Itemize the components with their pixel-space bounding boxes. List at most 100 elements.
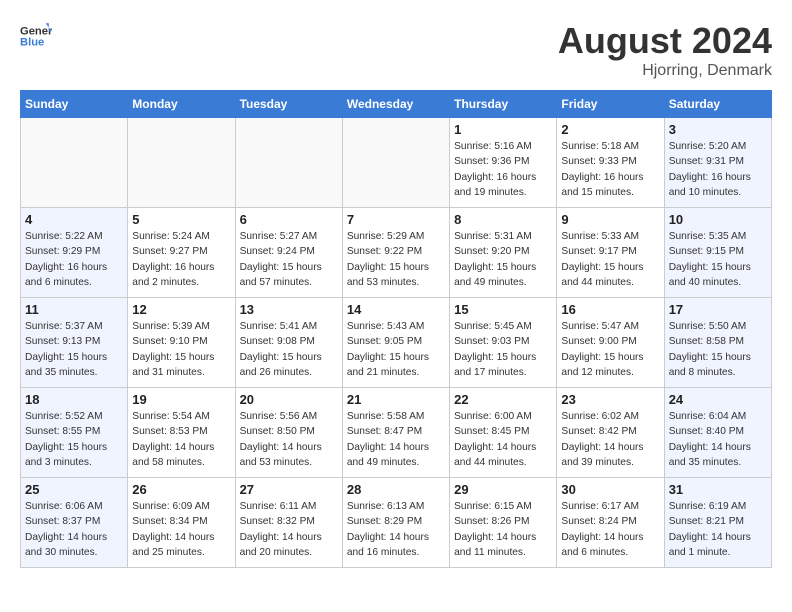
calendar-cell: 31 Sunrise: 6:19 AM Sunset: 8:21 PM Dayli… [664, 478, 771, 568]
weekday-header: Friday [557, 91, 664, 118]
day-info: Sunrise: 5:18 AM Sunset: 9:33 PM Dayligh… [561, 139, 659, 200]
day-number: 28 [347, 482, 445, 497]
day-info: Sunrise: 5:31 AM Sunset: 9:20 PM Dayligh… [454, 229, 552, 290]
calendar-cell: 5 Sunrise: 5:24 AM Sunset: 9:27 PM Daylig… [128, 208, 235, 298]
calendar-week-row: 25Sunrise: 6:06 AM Sunset: 8:37 PM Dayli… [21, 478, 772, 568]
weekday-header: Sunday [21, 91, 128, 118]
calendar-cell: 26Sunrise: 6:09 AM Sunset: 8:34 PM Dayli… [128, 478, 235, 568]
day-info: Sunrise: 5:35 AM Sunset: 9:15 PM Dayligh… [669, 229, 767, 290]
day-info: Sunrise: 6:00 AM Sunset: 8:45 PM Dayligh… [454, 409, 552, 470]
day-number: 27 [240, 482, 338, 497]
day-number: 4 [25, 212, 123, 227]
day-number: 10 [669, 212, 767, 227]
calendar-cell: 17 Sunrise: 5:50 AM Sunset: 8:58 PM Dayli… [664, 298, 771, 388]
calendar-cell: 16 Sunrise: 5:47 AM Sunset: 9:00 PM Dayli… [557, 298, 664, 388]
day-number: 17 [669, 302, 767, 317]
calendar-cell: 8 Sunrise: 5:31 AM Sunset: 9:20 PM Daylig… [450, 208, 557, 298]
calendar-cell: 15Sunrise: 5:45 AM Sunset: 9:03 PM Dayli… [450, 298, 557, 388]
day-number: 5 [132, 212, 230, 227]
day-info: Sunrise: 5:39 AM Sunset: 9:10 PM Dayligh… [132, 319, 230, 380]
calendar-cell: 19Sunrise: 5:54 AM Sunset: 8:53 PM Dayli… [128, 388, 235, 478]
calendar-cell: 25Sunrise: 6:06 AM Sunset: 8:37 PM Dayli… [21, 478, 128, 568]
calendar-cell: 29Sunrise: 6:15 AM Sunset: 8:26 PM Dayli… [450, 478, 557, 568]
title-block: August 2024 Hjorring, Denmark [558, 20, 772, 80]
day-number: 15 [454, 302, 552, 317]
day-number: 9 [561, 212, 659, 227]
day-info: Sunrise: 5:20 AM Sunset: 9:31 PM Dayligh… [669, 139, 767, 200]
calendar-cell: 20 Sunrise: 5:56 AM Sunset: 8:50 PM Dayli… [235, 388, 342, 478]
calendar-cell: 30Sunrise: 6:17 AM Sunset: 8:24 PM Dayli… [557, 478, 664, 568]
weekday-header: Thursday [450, 91, 557, 118]
day-number: 7 [347, 212, 445, 227]
day-number: 13 [240, 302, 338, 317]
day-number: 3 [669, 122, 767, 137]
logo-icon: General Blue [20, 20, 52, 52]
calendar-body: 1Sunrise: 5:16 AM Sunset: 9:36 PM Daylig… [21, 118, 772, 568]
calendar-cell: 13 Sunrise: 5:41 AM Sunset: 9:08 PM Dayli… [235, 298, 342, 388]
svg-text:Blue: Blue [20, 37, 44, 49]
calendar-cell: 7 Sunrise: 5:29 AM Sunset: 9:22 PM Daylig… [342, 208, 449, 298]
day-number: 8 [454, 212, 552, 227]
day-info: Sunrise: 5:24 AM Sunset: 9:27 PM Dayligh… [132, 229, 230, 290]
day-number: 1 [454, 122, 552, 137]
day-info: Sunrise: 5:29 AM Sunset: 9:22 PM Dayligh… [347, 229, 445, 290]
day-info: Sunrise: 6:02 AM Sunset: 8:42 PM Dayligh… [561, 409, 659, 470]
day-number: 14 [347, 302, 445, 317]
day-info: Sunrise: 6:17 AM Sunset: 8:24 PM Dayligh… [561, 499, 659, 560]
day-info: Sunrise: 5:33 AM Sunset: 9:17 PM Dayligh… [561, 229, 659, 290]
calendar-week-row: 11 Sunrise: 5:37 AM Sunset: 9:13 PM Dayli… [21, 298, 772, 388]
day-info: Sunrise: 5:41 AM Sunset: 9:08 PM Dayligh… [240, 319, 338, 380]
day-info: Sunrise: 6:19 AM Sunset: 8:21 PM Dayligh… [669, 499, 767, 560]
calendar-cell [342, 118, 449, 208]
month-title: August 2024 [558, 20, 772, 62]
day-number: 26 [132, 482, 230, 497]
day-info: Sunrise: 5:43 AM Sunset: 9:05 PM Dayligh… [347, 319, 445, 380]
day-info: Sunrise: 5:52 AM Sunset: 8:55 PM Dayligh… [25, 409, 123, 470]
calendar-cell: 1Sunrise: 5:16 AM Sunset: 9:36 PM Daylig… [450, 118, 557, 208]
day-number: 24 [669, 392, 767, 407]
calendar-week-row: 1Sunrise: 5:16 AM Sunset: 9:36 PM Daylig… [21, 118, 772, 208]
day-info: Sunrise: 5:50 AM Sunset: 8:58 PM Dayligh… [669, 319, 767, 380]
weekday-header: Wednesday [342, 91, 449, 118]
day-info: Sunrise: 5:56 AM Sunset: 8:50 PM Dayligh… [240, 409, 338, 470]
day-number: 21 [347, 392, 445, 407]
day-info: Sunrise: 5:47 AM Sunset: 9:00 PM Dayligh… [561, 319, 659, 380]
calendar-cell [235, 118, 342, 208]
logo: General Blue [20, 20, 52, 52]
calendar-cell: 9 Sunrise: 5:33 AM Sunset: 9:17 PM Daylig… [557, 208, 664, 298]
calendar-cell: 24 Sunrise: 6:04 AM Sunset: 8:40 PM Dayli… [664, 388, 771, 478]
calendar-cell: 21Sunrise: 5:58 AM Sunset: 8:47 PM Dayli… [342, 388, 449, 478]
day-number: 11 [25, 302, 123, 317]
calendar-table: SundayMondayTuesdayWednesdayThursdayFrid… [20, 90, 772, 568]
calendar-cell: 22 Sunrise: 6:00 AM Sunset: 8:45 PM Dayli… [450, 388, 557, 478]
day-number: 18 [25, 392, 123, 407]
day-number: 22 [454, 392, 552, 407]
day-number: 25 [25, 482, 123, 497]
day-number: 20 [240, 392, 338, 407]
calendar-cell: 6Sunrise: 5:27 AM Sunset: 9:24 PM Daylig… [235, 208, 342, 298]
calendar-week-row: 18 Sunrise: 5:52 AM Sunset: 8:55 PM Dayli… [21, 388, 772, 478]
weekday-header: Saturday [664, 91, 771, 118]
day-number: 2 [561, 122, 659, 137]
day-number: 16 [561, 302, 659, 317]
calendar-cell: 4 Sunrise: 5:22 AM Sunset: 9:29 PM Daylig… [21, 208, 128, 298]
calendar-cell [128, 118, 235, 208]
calendar-cell: 28 Sunrise: 6:13 AM Sunset: 8:29 PM Dayli… [342, 478, 449, 568]
day-number: 31 [669, 482, 767, 497]
calendar-cell: 11 Sunrise: 5:37 AM Sunset: 9:13 PM Dayli… [21, 298, 128, 388]
day-info: Sunrise: 6:13 AM Sunset: 8:29 PM Dayligh… [347, 499, 445, 560]
day-info: Sunrise: 6:04 AM Sunset: 8:40 PM Dayligh… [669, 409, 767, 470]
weekday-header: Tuesday [235, 91, 342, 118]
day-info: Sunrise: 5:54 AM Sunset: 8:53 PM Dayligh… [132, 409, 230, 470]
svg-text:General: General [20, 25, 52, 37]
location: Hjorring, Denmark [558, 62, 772, 80]
calendar-cell: 27 Sunrise: 6:11 AM Sunset: 8:32 PM Dayli… [235, 478, 342, 568]
calendar-cell: 2 Sunrise: 5:18 AM Sunset: 9:33 PM Daylig… [557, 118, 664, 208]
day-number: 6 [240, 212, 338, 227]
day-info: Sunrise: 5:22 AM Sunset: 9:29 PM Dayligh… [25, 229, 123, 290]
weekday-header-row: SundayMondayTuesdayWednesdayThursdayFrid… [21, 91, 772, 118]
calendar-cell: 10 Sunrise: 5:35 AM Sunset: 9:15 PM Dayli… [664, 208, 771, 298]
day-info: Sunrise: 5:37 AM Sunset: 9:13 PM Dayligh… [25, 319, 123, 380]
day-number: 23 [561, 392, 659, 407]
day-info: Sunrise: 6:11 AM Sunset: 8:32 PM Dayligh… [240, 499, 338, 560]
